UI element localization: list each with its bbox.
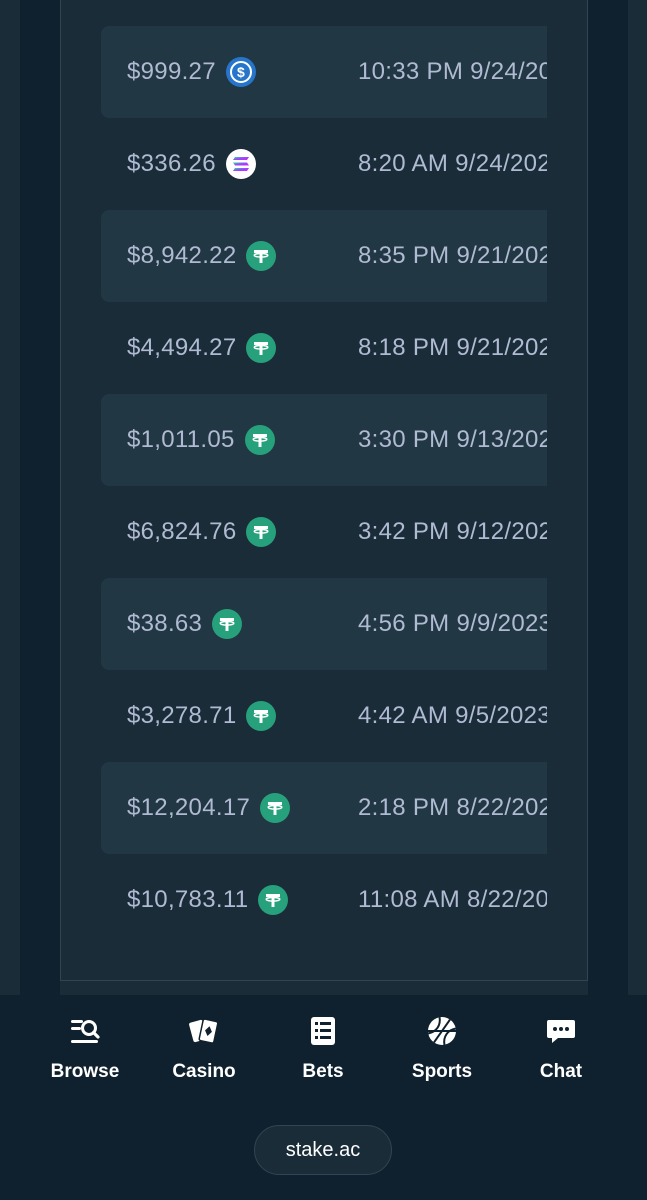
usdt-icon xyxy=(260,793,291,823)
usdc-icon: $ xyxy=(225,57,256,87)
transaction-row: $3,278.71 4:42 AM 9/5/2023 xyxy=(101,670,547,762)
nav-bets-button[interactable]: Bets xyxy=(268,1015,378,1083)
amount-value: $3,278.71 xyxy=(127,702,237,729)
transactions-list: $999.27 $10:33 PM 9/24/2023 $336.26 8:20 AM… xyxy=(101,26,547,946)
sol-icon xyxy=(225,149,256,179)
nav-sports-button[interactable]: Sports xyxy=(387,1015,497,1083)
transaction-amount: $1,011.05 xyxy=(127,394,275,486)
usdt-icon xyxy=(258,885,289,915)
side-rail-left xyxy=(20,0,60,995)
nav-browse-button[interactable]: Browse xyxy=(30,1015,140,1083)
transaction-amount: $10,783.11 xyxy=(127,854,289,946)
amount-value: $336.26 xyxy=(127,150,216,177)
transaction-time: 8:18 PM 9/21/2023 xyxy=(358,334,547,361)
basketball-icon xyxy=(426,1015,458,1047)
transaction-row: $4,494.27 8:18 PM 9/21/2023 xyxy=(101,302,547,394)
transaction-row: $1,011.05 3:30 PM 9/13/2023 xyxy=(101,394,547,486)
transaction-time: 3:42 PM 9/12/2023 xyxy=(358,518,547,545)
transaction-amount: $3,278.71 xyxy=(127,670,277,762)
side-rail-right xyxy=(588,0,628,995)
amount-value: $4,494.27 xyxy=(127,334,237,361)
side-gutter-right xyxy=(628,0,647,995)
transaction-time: 4:56 PM 9/9/2023 xyxy=(358,610,547,637)
amount-value: $10,783.11 xyxy=(127,886,249,913)
amount-value: $6,824.76 xyxy=(127,518,237,545)
transaction-amount: $38.63 xyxy=(127,578,243,670)
transaction-row: $12,204.17 2:18 PM 8/22/2023 xyxy=(101,762,547,854)
amount-value: $999.27 xyxy=(127,58,216,85)
transaction-time: 3:30 PM 9/13/2023 xyxy=(358,426,547,453)
transactions-table[interactable]: $999.27 $10:33 PM 9/24/2023 $336.26 8:20 AM… xyxy=(101,26,547,946)
cards-icon xyxy=(188,1015,220,1047)
domain-label: stake.ac xyxy=(285,1138,361,1161)
svg-text:$: $ xyxy=(237,64,245,80)
usdt-icon xyxy=(244,425,275,455)
amount-value: $8,942.22 xyxy=(127,242,237,269)
transaction-amount: $999.27 $ xyxy=(127,26,256,118)
usdt-icon xyxy=(246,517,277,547)
transaction-time: 8:20 AM 9/24/2023 xyxy=(358,150,547,177)
transaction-time: 4:42 AM 9/5/2023 xyxy=(358,702,547,729)
usdt-icon xyxy=(246,241,277,271)
transaction-row: $999.27 $10:33 PM 9/24/2023 xyxy=(101,26,547,118)
transaction-amount: $4,494.27 xyxy=(127,302,277,394)
nav-casino-button[interactable]: Casino xyxy=(149,1015,259,1083)
transaction-amount: $12,204.17 xyxy=(127,762,291,854)
transaction-amount: $336.26 xyxy=(127,118,256,210)
nav-browse-label: Browse xyxy=(50,1061,120,1082)
nav-bets-label: Bets xyxy=(302,1061,344,1082)
amount-value: $38.63 xyxy=(127,610,203,637)
transaction-time: 8:35 PM 9/21/2023 xyxy=(358,242,547,269)
transaction-amount: $6,824.76 xyxy=(127,486,277,578)
usdt-icon xyxy=(246,701,277,731)
nav-casino-label: Casino xyxy=(172,1061,236,1082)
transaction-time: 10:33 PM 9/24/2023 xyxy=(358,58,547,85)
nav-chat-label: Chat xyxy=(539,1061,583,1082)
transaction-row: $6,824.76 3:42 PM 9/12/2023 xyxy=(101,486,547,578)
domain-pill[interactable]: stake.ac xyxy=(254,1125,392,1175)
bottom-nav: Browse Casino Bets Sports Chat stake.ac xyxy=(0,995,647,1200)
chat-bubble-icon xyxy=(545,1015,577,1047)
usdt-icon xyxy=(212,609,243,639)
transaction-row: $336.26 8:20 AM 9/24/2023 xyxy=(101,118,547,210)
amount-value: $1,011.05 xyxy=(127,426,235,453)
nav-sports-label: Sports xyxy=(411,1061,473,1082)
nav-chat-button[interactable]: Chat xyxy=(506,1015,616,1083)
transactions-panel: $999.27 $10:33 PM 9/24/2023 $336.26 8:20 AM… xyxy=(60,0,588,981)
transaction-row: $8,942.22 8:35 PM 9/21/2023 xyxy=(101,210,547,302)
transaction-time: 2:18 PM 8/22/2023 xyxy=(358,794,547,821)
amount-value: $12,204.17 xyxy=(127,794,251,821)
bets-list-icon xyxy=(307,1015,339,1047)
transaction-amount: $8,942.22 xyxy=(127,210,277,302)
transaction-row: $10,783.11 11:08 AM 8/22/2023 xyxy=(101,854,547,946)
usdt-icon xyxy=(246,333,277,363)
transaction-row: $38.63 4:56 PM 9/9/2023 xyxy=(101,578,547,670)
side-gutter-left xyxy=(0,0,20,995)
transaction-time: 11:08 AM 8/22/2023 xyxy=(358,886,547,913)
browse-icon xyxy=(69,1015,101,1047)
